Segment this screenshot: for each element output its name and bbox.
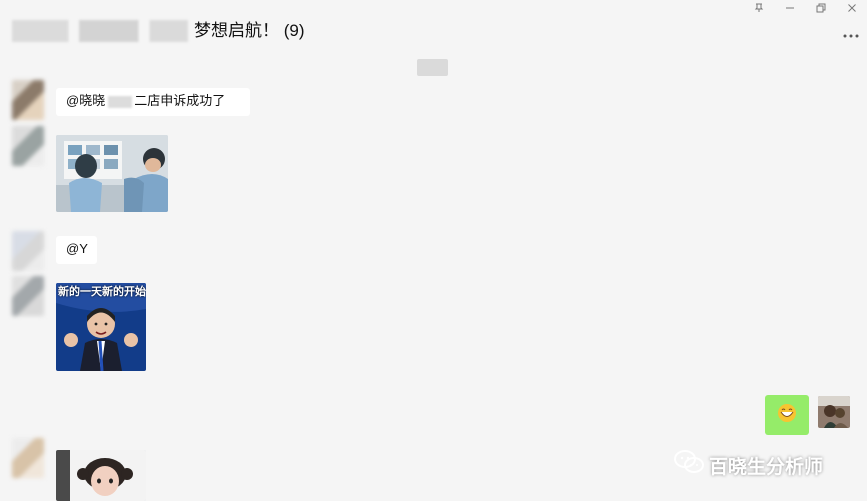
message-text: 二店申诉成功了	[134, 93, 226, 108]
window-controls	[743, 0, 867, 18]
image-message[interactable]	[56, 450, 146, 501]
sticker-caption: 新的一天新的开始	[58, 286, 146, 298]
minimize-button[interactable]	[774, 0, 805, 18]
grinning-face-icon	[765, 404, 809, 439]
minimize-icon	[785, 2, 795, 16]
blurred-name	[108, 95, 133, 108]
blurred-title-prefix	[12, 20, 188, 42]
avatar[interactable]	[12, 231, 44, 271]
restore-button[interactable]	[805, 0, 836, 18]
avatar[interactable]	[12, 80, 44, 120]
chat-title: 梦想启航！ (9)	[194, 21, 305, 40]
close-icon	[847, 2, 857, 16]
chat-window: 梦想启航！ (9) @晓晓 二店申诉成功了 @Y 新的一天新的开始 百晓生分析师	[0, 0, 867, 501]
wechat-icon	[673, 449, 709, 481]
watermark-text: 百晓生分析师	[709, 456, 824, 478]
message-text: @Y	[66, 241, 88, 256]
restore-icon	[816, 2, 826, 16]
pin-icon	[754, 2, 764, 16]
more-button[interactable]	[841, 22, 861, 42]
avatar[interactable]	[12, 438, 44, 478]
more-icon	[843, 22, 859, 43]
text-message[interactable]: @晓晓 二店申诉成功了	[56, 88, 250, 116]
watermark: 百晓生分析师	[673, 449, 823, 481]
avatar[interactable]	[12, 276, 44, 316]
text-message[interactable]: @Y	[56, 236, 97, 264]
sent-emoji-message[interactable]	[765, 395, 809, 435]
blurred-timestamp	[417, 59, 448, 76]
self-avatar[interactable]	[818, 396, 850, 428]
mention-text: @晓晓	[66, 93, 106, 108]
pin-button[interactable]	[743, 0, 774, 18]
close-button[interactable]	[836, 0, 867, 18]
image-message[interactable]	[56, 135, 168, 212]
sticker-message[interactable]: 新的一天新的开始	[56, 283, 146, 371]
avatar[interactable]	[12, 126, 44, 166]
chat-header: 梦想启航！ (9)	[0, 0, 867, 54]
